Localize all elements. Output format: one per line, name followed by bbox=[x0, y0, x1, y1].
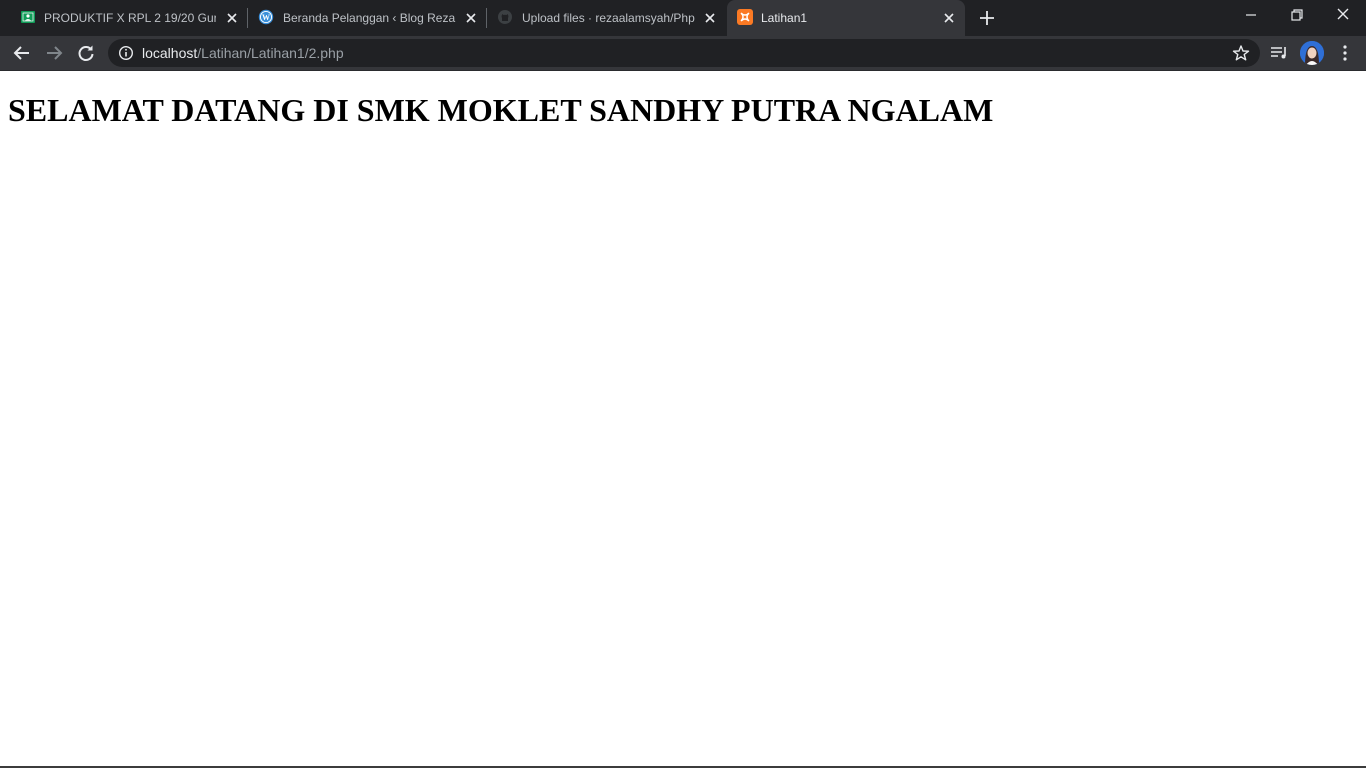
tab-title: Latihan1 bbox=[761, 11, 808, 25]
url-text[interactable]: localhost/Latihan/Latihan1/2.php bbox=[142, 45, 344, 62]
new-tab-icon[interactable] bbox=[977, 8, 997, 28]
close-icon[interactable] bbox=[224, 10, 240, 26]
svg-text:W: W bbox=[262, 13, 270, 22]
bookmark-star-icon[interactable] bbox=[1232, 44, 1250, 62]
google-classroom-icon bbox=[21, 11, 35, 23]
page-content: SELAMAT DATANG DI SMK MOKLET SANDHY PUTR… bbox=[0, 71, 1366, 766]
wordpress-icon: W bbox=[258, 9, 274, 25]
page-heading: SELAMAT DATANG DI SMK MOKLET SANDHY PUTR… bbox=[8, 92, 994, 128]
forward-icon[interactable] bbox=[43, 42, 65, 64]
restore-icon[interactable] bbox=[1287, 6, 1307, 26]
address-bar[interactable]: localhost/Latihan/Latihan1/2.php bbox=[108, 39, 1260, 67]
media-queue-icon[interactable] bbox=[1268, 42, 1290, 64]
back-icon[interactable] bbox=[11, 42, 33, 64]
reload-icon[interactable] bbox=[75, 42, 97, 64]
close-window-icon[interactable] bbox=[1333, 6, 1353, 26]
close-icon[interactable] bbox=[941, 10, 957, 26]
github-icon bbox=[498, 10, 512, 24]
info-icon[interactable] bbox=[118, 45, 134, 61]
minimize-icon[interactable] bbox=[1241, 6, 1261, 26]
tab-latihan1[interactable]: Latihan1 bbox=[727, 0, 965, 36]
url-path: /Latihan/Latihan1/2.php bbox=[197, 45, 344, 61]
xampp-icon bbox=[737, 9, 753, 25]
tab-title: Beranda Pelanggan ‹ Blog Reza — bbox=[283, 11, 458, 25]
tab-produktif[interactable]: PRODUKTIF X RPL 2 19/20 Guru I bbox=[0, 0, 247, 36]
avatar-image bbox=[1300, 41, 1324, 65]
tab-strip: PRODUKTIF X RPL 2 19/20 Guru I W Beranda… bbox=[0, 0, 1366, 36]
browser-toolbar: localhost/Latihan/Latihan1/2.php bbox=[0, 36, 1366, 70]
url-host: localhost bbox=[142, 45, 198, 61]
close-icon[interactable] bbox=[702, 10, 718, 26]
menu-kebab-icon[interactable] bbox=[1334, 42, 1356, 64]
close-icon[interactable] bbox=[463, 10, 479, 26]
tab-title: PRODUKTIF X RPL 2 19/20 Guru I bbox=[44, 11, 216, 25]
tab-title: Upload files · rezaalamsyah/Php bbox=[522, 11, 695, 25]
tab-beranda[interactable]: W Beranda Pelanggan ‹ Blog Reza — bbox=[248, 0, 486, 36]
profile-avatar[interactable] bbox=[1300, 41, 1324, 65]
tab-upload-files[interactable]: Upload files · rezaalamsyah/Php bbox=[487, 0, 725, 36]
